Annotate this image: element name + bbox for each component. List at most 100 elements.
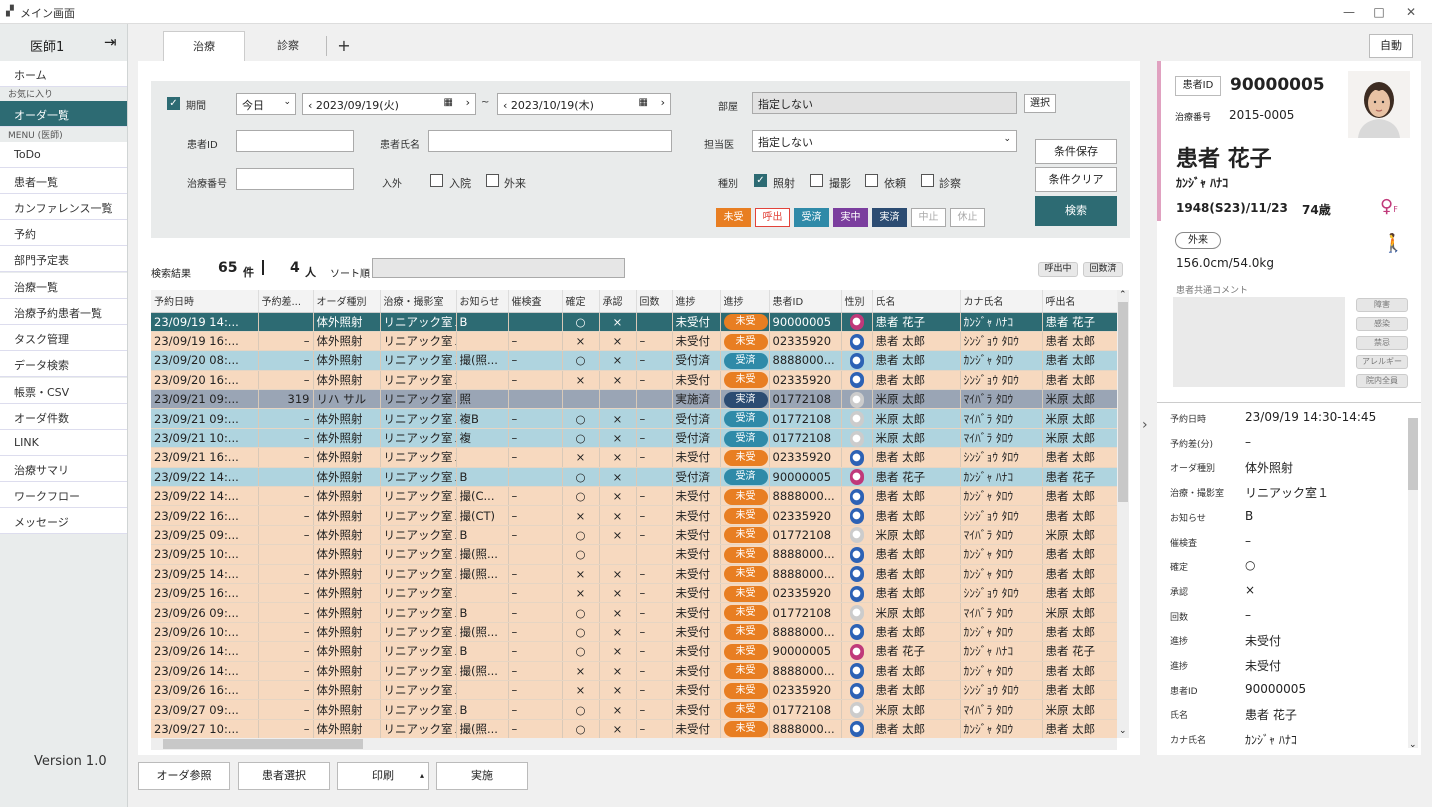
inpatient-checkbox[interactable] (430, 174, 443, 187)
column-header-3[interactable]: 治療・撮影室 (380, 290, 457, 313)
status-filter-4[interactable]: 実済 (872, 208, 907, 227)
room-select-button[interactable]: 選択 (1024, 94, 1056, 113)
tab-treatment[interactable]: 治療 (163, 31, 245, 61)
column-header-7[interactable]: 承認 (599, 290, 637, 313)
table-row[interactable]: 23/09/26 14:... – 体外照射 リニアック室１ B – ○ × – 未受付 未受 900… (151, 641, 1117, 662)
scroll-down-icon[interactable]: ⌄ (1119, 726, 1127, 736)
sidebar-item-4[interactable]: カンファレンス一覧 (0, 194, 127, 220)
sidebar-item-7[interactable]: 治療一覧 (0, 273, 127, 299)
table-row[interactable]: 23/09/21 16:... – 体外照射 リニアック室１– × × – 未受付 未受 0233… (151, 447, 1117, 468)
table-horizontal-scroll-thumb[interactable] (163, 739, 363, 749)
table-row[interactable]: 23/09/21 09:... 319 リハ サル リニアック室１ 照 実施済 実済 0177… (151, 389, 1117, 410)
table-row[interactable]: 23/09/26 14:... – 体外照射 リニアック室１ 撮(照... – × × – 未受付… (151, 661, 1117, 681)
clear-condition-button[interactable]: 条件クリア (1035, 167, 1117, 192)
close-button[interactable]: ✕ (1396, 2, 1426, 22)
detail-scroll-thumb[interactable] (1408, 418, 1418, 490)
print-button[interactable]: 印刷 ▴ (337, 762, 429, 790)
calendar-icon[interactable]: ▦ (444, 97, 453, 108)
table-row[interactable]: 23/09/21 10:... – 体外照射 リニアック室１ 複 – ○ × – 受付済 受済 017… (151, 428, 1117, 449)
table-row[interactable]: 23/09/25 16:... – 体外照射 リニアック室１– × × – 未受付 未受 0233… (151, 583, 1117, 604)
patient-id-input[interactable] (236, 130, 354, 152)
status-filter-1[interactable]: 呼出 (755, 208, 790, 227)
sidebar-item-5[interactable]: 予約 (0, 220, 127, 246)
table-row[interactable]: 23/09/22 16:... – 体外照射 リニアック室１ 撮(CT) – × × – 未受付未… (151, 505, 1117, 526)
column-header-6[interactable]: 確定 (562, 290, 600, 313)
table-row[interactable]: 23/09/26 16:... – 体外照射 リニアック室１– × × – 未受付 未受 0233… (151, 680, 1117, 701)
status-filter-0[interactable]: 未受 (716, 208, 751, 227)
sidebar-item-12[interactable]: オーダ件数 (0, 404, 127, 430)
chevron-right-icon[interactable]: › (466, 96, 470, 109)
type-irradiation-checkbox[interactable]: ✓ (754, 174, 767, 187)
alert-tag-3[interactable]: アレルギー (1356, 355, 1408, 369)
alert-tag-2[interactable]: 禁忌 (1356, 336, 1408, 350)
order-reference-button[interactable]: オーダ参照 (138, 762, 230, 790)
add-tab-button[interactable]: + (330, 31, 358, 61)
alert-tag-1[interactable]: 感染 (1356, 317, 1408, 331)
scroll-down-icon[interactable]: ⌄ (1409, 740, 1417, 750)
sidebar-item-3[interactable]: 患者一覧 (0, 168, 127, 194)
column-header-10[interactable]: 進捗 (720, 290, 770, 313)
table-row[interactable]: 23/09/22 14:... – 体外照射 リニアック室１ 撮(C... – ○ × – 未受付… (151, 486, 1117, 507)
table-row[interactable]: 23/09/21 09:... – 体外照射 リニアック室１ 複B – ○ × – 受付済 受済 01… (151, 408, 1117, 429)
chevron-left-icon[interactable]: ‹ (308, 99, 312, 112)
sidebar-item-1[interactable]: オーダ一覧 (0, 101, 127, 127)
column-header-2[interactable]: オーダ種別 (313, 290, 381, 313)
column-header-5[interactable]: 催検査 (508, 290, 563, 313)
search-button[interactable]: 検索 (1035, 196, 1117, 226)
column-header-4[interactable]: お知らせ (456, 290, 509, 313)
sidebar-item-9[interactable]: タスク管理 (0, 325, 127, 351)
type-exam-checkbox[interactable] (921, 174, 934, 187)
sidebar-item-10[interactable]: データ検索 (0, 351, 127, 377)
panel-collapse-icon[interactable]: › (1142, 417, 1148, 433)
date-from-field[interactable]: ‹ 2023/09/19(火) ▦ › (302, 93, 476, 115)
table-row[interactable]: 23/09/19 14:... 体外照射 リニアック室１ B ○ × 未受付 未受 900000… (151, 312, 1117, 332)
column-header-12[interactable]: 性別 (841, 290, 873, 313)
type-imaging-checkbox[interactable] (810, 174, 823, 187)
patient-select-button[interactable]: 患者選択 (238, 762, 330, 790)
column-header-15[interactable]: 呼出名 (1042, 290, 1117, 313)
table-row[interactable]: 23/09/27 10:... – 体外照射 リニアック室１ 撮(照... – ○ × – 未受付… (151, 719, 1117, 738)
type-request-checkbox[interactable] (865, 174, 878, 187)
table-row[interactable]: 23/09/25 14:... – 体外照射 リニアック室１ 撮(照... – × × – 未受付… (151, 564, 1117, 584)
sidebar-item-16[interactable]: メッセージ (0, 508, 127, 534)
table-row[interactable]: 23/09/20 16:... – 体外照射 リニアック室１– × × – 未受付 未受 0233… (151, 370, 1117, 391)
staff-select[interactable]: 指定しない ⌄ (752, 130, 1017, 152)
table-row[interactable]: 23/09/26 09:... – 体外照射 リニアック室１ B – ○ × – 未受付 未受 017… (151, 602, 1117, 623)
table-vertical-scroll-thumb[interactable] (1118, 302, 1128, 502)
sidebar-item-2[interactable]: ToDo (0, 142, 127, 168)
sidebar-item-11[interactable]: 帳票・CSV (0, 378, 127, 404)
sidebar-item-0[interactable]: ホーム (0, 61, 127, 87)
status-filter-3[interactable]: 実中 (833, 208, 868, 227)
column-header-13[interactable]: 氏名 (872, 290, 961, 313)
outpatient-checkbox[interactable] (486, 174, 499, 187)
alert-tag-0[interactable]: 障害 (1356, 298, 1408, 312)
table-row[interactable]: 23/09/26 10:... – 体外照射 リニアック室１ 撮(照... – ○ × – 未受付… (151, 622, 1117, 643)
column-header-9[interactable]: 進捗 (672, 290, 721, 313)
column-header-11[interactable]: 患者ID (769, 290, 842, 313)
period-checkbox[interactable]: ✓ (167, 97, 180, 110)
save-condition-button[interactable]: 条件保存 (1035, 139, 1117, 164)
sidebar-item-15[interactable]: ワークフロー (0, 482, 127, 508)
maximize-button[interactable]: □ (1364, 2, 1394, 22)
sidebar-item-13[interactable]: LINK (0, 430, 127, 456)
table-row[interactable]: 23/09/27 09:... – 体外照射 リニアック室１ B – ○ × – 未受付 未受 017… (151, 699, 1117, 720)
status-filter-5[interactable]: 中止 (911, 208, 946, 227)
period-select[interactable]: 今日 ⌄ (236, 93, 296, 115)
date-to-field[interactable]: ‹ 2023/10/19(木) ▦ › (497, 93, 671, 115)
treatment-no-input[interactable] (236, 168, 354, 190)
minimize-button[interactable]: — (1334, 2, 1364, 22)
caret-up-icon[interactable]: ▴ (420, 763, 424, 789)
sidebar-item-14[interactable]: 治療サマリ (0, 456, 127, 482)
calendar-icon[interactable]: ▦ (639, 97, 648, 108)
table-row[interactable]: 23/09/25 10:... 体外照射 リニアック室１ 撮(照... ○ 未受付 未受 88… (151, 544, 1117, 565)
sidebar-item-8[interactable]: 治療予約患者一覧 (0, 299, 127, 325)
table-row[interactable]: 23/09/25 09:... – 体外照射 リニアック室１ B – ○ × – 未受付 未受 017… (151, 525, 1117, 546)
sidebar-item-6[interactable]: 部門予定表 (0, 246, 127, 272)
status-filter-6[interactable]: 休止 (950, 208, 985, 227)
logout-icon[interactable]: ⇥ (104, 33, 117, 51)
tab-exam[interactable]: 診察 (250, 31, 326, 61)
chevron-right-icon[interactable]: › (661, 96, 665, 109)
sort-field[interactable] (372, 258, 625, 278)
calling-filter-button[interactable]: 呼出中 (1038, 262, 1078, 277)
table-row[interactable]: 23/09/19 16:... – 体外照射 リニアック室１– × × – 未受付 未受 0233… (151, 331, 1117, 352)
